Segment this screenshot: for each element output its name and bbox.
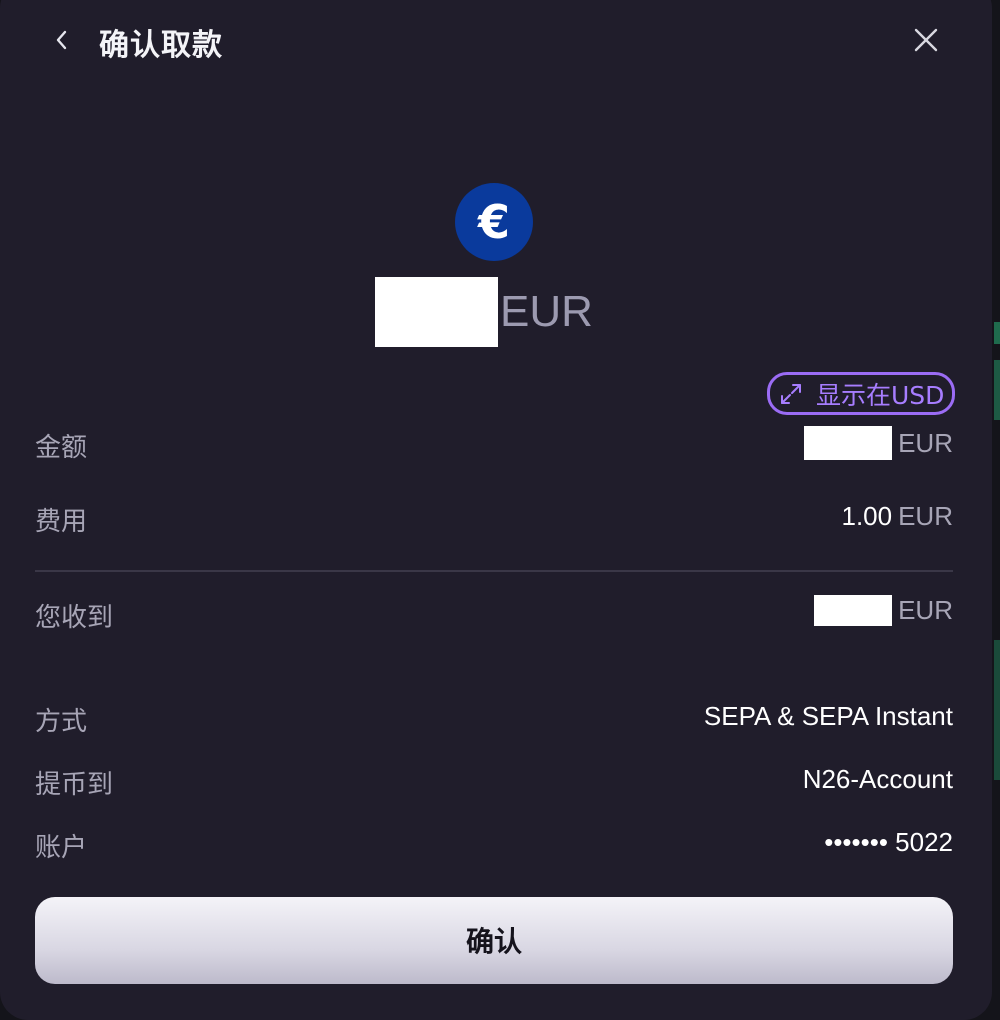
amount-value: EUR [804,426,953,460]
back-button[interactable] [44,22,80,58]
withdraw-confirm-dialog: 确认取款 € EUR 显示在USD 金额 EUR 费用 1.00 EUR 您收到… [0,0,992,1020]
amount-label: 金额 [35,433,88,463]
confirm-button[interactable]: 确认 [35,897,953,984]
amount-unit: EUR [898,427,953,458]
backdrop-accent-green [994,360,1000,420]
fee-row: 费用 1.00 EUR [35,501,953,541]
method-value: SEPA & SEPA Instant [703,701,953,731]
redacted-amount [814,595,893,626]
amount-row: 金额 EUR [35,426,953,467]
fee-label: 费用 [35,507,88,537]
method-label: 方式 [35,707,88,737]
amount-currency: EUR [500,287,593,336]
show-in-usd-label: 显示在USD [816,380,945,410]
backdrop-accent-green [994,640,1000,780]
withdraw-to-value: N26-Account [802,764,953,794]
close-button[interactable] [906,20,946,60]
receive-row: 您收到 EUR [35,595,953,637]
close-icon [914,28,938,52]
fee-value: 1.00 EUR [841,501,953,532]
receive-value: EUR [814,595,953,626]
receive-label: 您收到 [35,603,114,633]
redacted-amount [804,426,893,460]
account-row: 账户 ••••••• 5022 [35,827,953,867]
withdraw-to-row: 提币到 N26-Account [35,764,953,804]
fee-unit: EUR [898,501,953,531]
show-in-usd-toggle[interactable]: 显示在USD [767,372,955,415]
withdraw-to-label: 提币到 [35,770,114,800]
swap-arrows-icon [781,383,801,404]
page-title: 确认取款 [99,28,223,63]
method-row: 方式 SEPA & SEPA Instant [35,701,953,741]
euro-icon: € [455,183,533,261]
receive-unit: EUR [898,595,953,625]
chevron-left-icon [56,30,67,50]
backdrop-accent-green [994,322,1000,344]
redacted-amount [375,277,498,347]
account-value: ••••••• 5022 [824,827,953,857]
divider [35,570,953,572]
dialog-header: 确认取款 [0,0,992,80]
withdraw-amount: EUR [375,277,593,347]
fee-amount: 1.00 [841,501,893,531]
account-label: 账户 [35,833,88,863]
